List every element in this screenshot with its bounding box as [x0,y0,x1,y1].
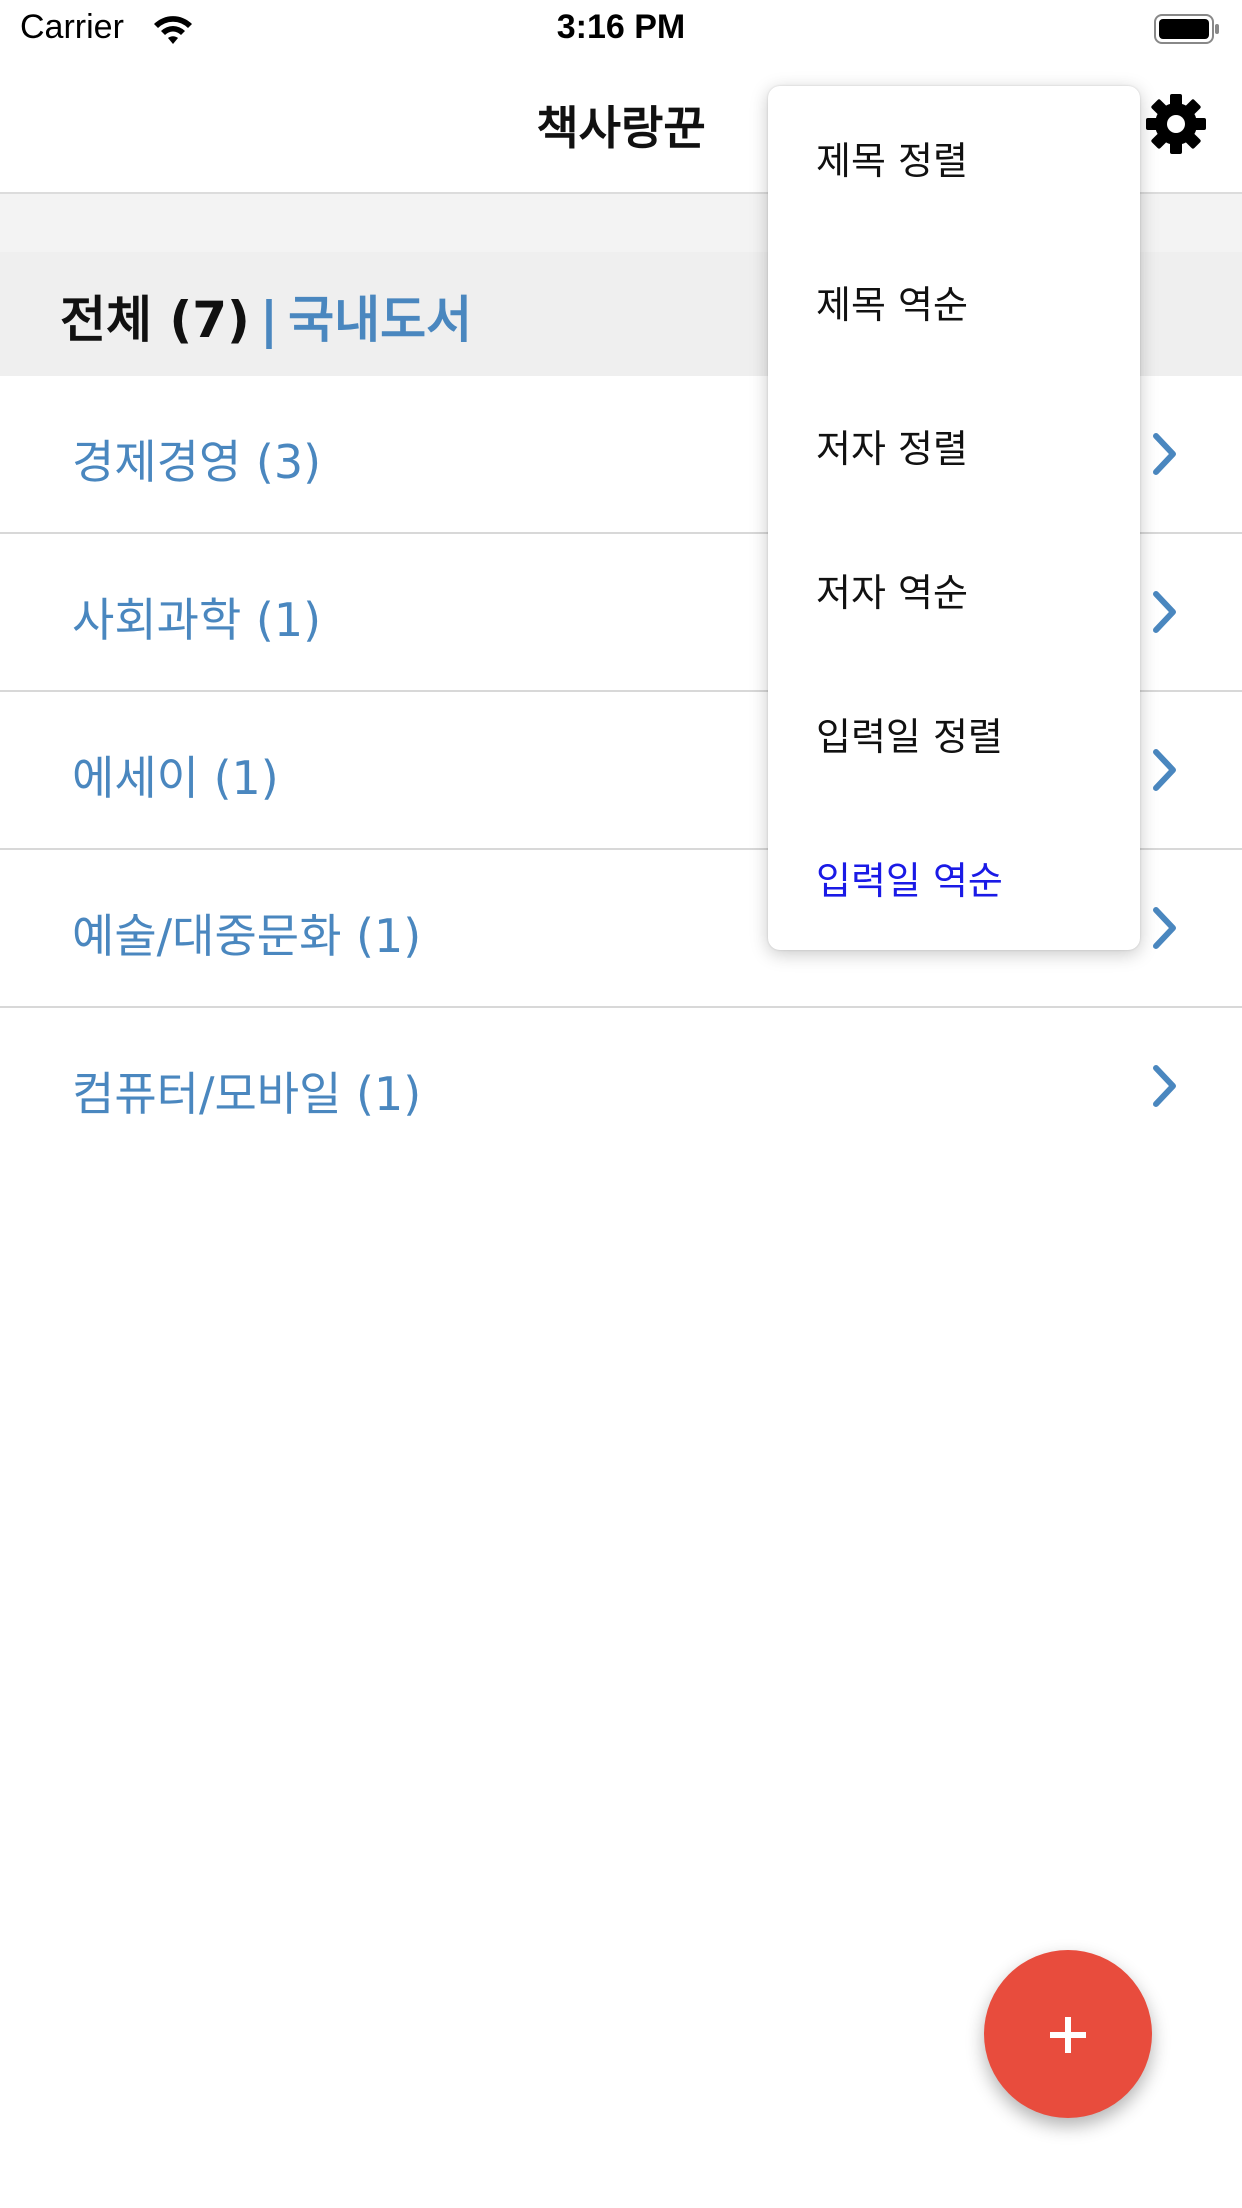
chevron-right-icon [1153,433,1176,475]
chevron-right-icon [1153,591,1176,633]
header-separator: | [259,291,279,349]
menu-item-date-desc[interactable]: 입력일 역순 [816,850,1003,905]
all-count-label[interactable]: 전체 (7) [60,291,250,349]
chevron-right-icon [1153,907,1176,949]
menu-item-date-asc[interactable]: 입력일 정렬 [816,706,1003,761]
gear-icon[interactable] [1144,92,1208,156]
battery-icon [1154,14,1219,44]
list-item-label: 예술/대중문화 (1) [72,909,422,963]
menu-item-title-asc[interactable]: 제목 정렬 [816,130,968,185]
list-item-label: 에세이 (1) [72,751,279,805]
list-item-label: 경제경영 (3) [72,435,322,489]
chevron-right-icon [1153,749,1176,791]
status-bar: Carrier 3:16 PM [0,0,1242,60]
add-book-button[interactable] [984,1950,1152,2118]
plus-icon [1050,2017,1086,2053]
menu-item-title-desc[interactable]: 제목 역순 [816,274,968,329]
sort-menu: 제목 정렬 제목 역순 저자 정렬 저자 역순 입력일 정렬 입력일 역순 [768,86,1140,950]
chevron-right-icon [1153,1065,1176,1107]
list-item-label: 사회과학 (1) [72,593,322,647]
list-item[interactable]: 컴퓨터/모바일 (1) [0,1008,1242,1164]
menu-item-author-desc[interactable]: 저자 역순 [816,562,968,617]
list-item-label: 컴퓨터/모바일 (1) [72,1067,422,1121]
menu-item-author-asc[interactable]: 저자 정렬 [816,418,968,473]
status-time: 3:16 PM [556,8,686,46]
category-tab[interactable]: 국내도서 [288,291,472,349]
